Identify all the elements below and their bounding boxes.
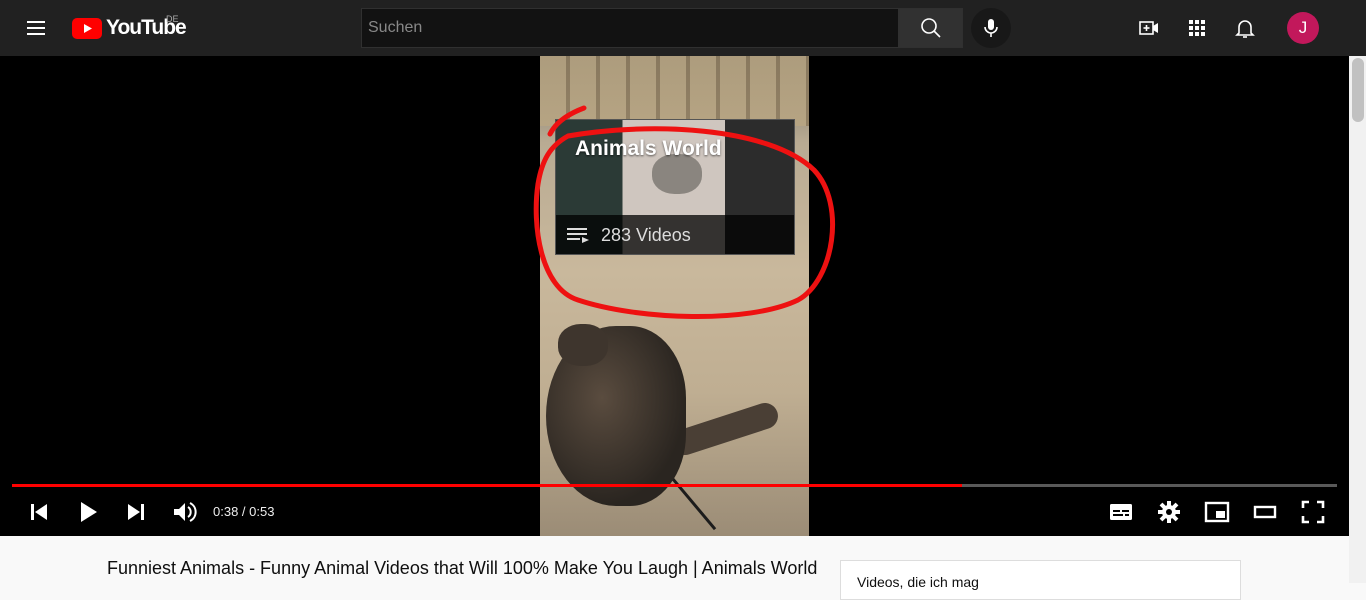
time-separator: /: [238, 504, 250, 519]
subtitles-icon[interactable]: [1107, 498, 1135, 526]
bell-icon[interactable]: [1233, 16, 1257, 40]
menu-icon[interactable]: [24, 16, 48, 40]
mic-icon: [984, 19, 998, 37]
video-scene-cat-head: [558, 324, 608, 366]
volume-icon[interactable]: [170, 498, 198, 526]
search-icon: [921, 18, 941, 38]
video-player[interactable]: Animals World 283 Videos 0:38 / 0:53: [0, 56, 1349, 536]
playlist-footer: 283 Videos: [556, 215, 794, 254]
sidebar-playlist-card[interactable]: Videos, die ich mag: [840, 560, 1241, 600]
voice-search-button[interactable]: [971, 8, 1011, 48]
scrollbar-thumb[interactable]: [1352, 58, 1364, 122]
progress-bar-played: [12, 484, 963, 487]
current-time: 0:38: [213, 504, 239, 519]
video-scene-roof: [540, 56, 809, 126]
scrollbar-track[interactable]: [1349, 56, 1366, 583]
sidebar-playlist-label: Videos, die ich mag: [857, 574, 979, 590]
next-icon[interactable]: [122, 498, 150, 526]
create-video-icon[interactable]: [1137, 16, 1161, 40]
playlist-endscreen-card[interactable]: Animals World 283 Videos: [555, 119, 795, 255]
search-button[interactable]: [899, 8, 963, 48]
previous-icon[interactable]: [25, 498, 53, 526]
search-input[interactable]: [362, 9, 898, 47]
masthead: YouTube DE J: [0, 0, 1366, 56]
time-display: 0:38 / 0:53: [213, 504, 274, 519]
settings-icon[interactable]: [1155, 498, 1183, 526]
fullscreen-icon[interactable]: [1299, 498, 1327, 526]
avatar[interactable]: J: [1287, 12, 1319, 44]
play-icon[interactable]: [74, 498, 102, 526]
search-box: [361, 8, 899, 48]
playlist-title: Animals World: [575, 137, 722, 160]
apps-icon[interactable]: [1185, 16, 1209, 40]
playlist-video-count: 283 Videos: [601, 225, 691, 245]
video-title: Funniest Animals - Funny Animal Videos t…: [107, 558, 818, 578]
progress-bar[interactable]: [12, 484, 1337, 487]
miniplayer-icon[interactable]: [1203, 498, 1231, 526]
youtube-logo-icon: [72, 17, 102, 39]
theater-mode-icon[interactable]: [1251, 498, 1279, 526]
duration: 0:53: [249, 504, 275, 519]
playlist-icon: [567, 228, 589, 243]
country-code: DE: [166, 14, 179, 24]
